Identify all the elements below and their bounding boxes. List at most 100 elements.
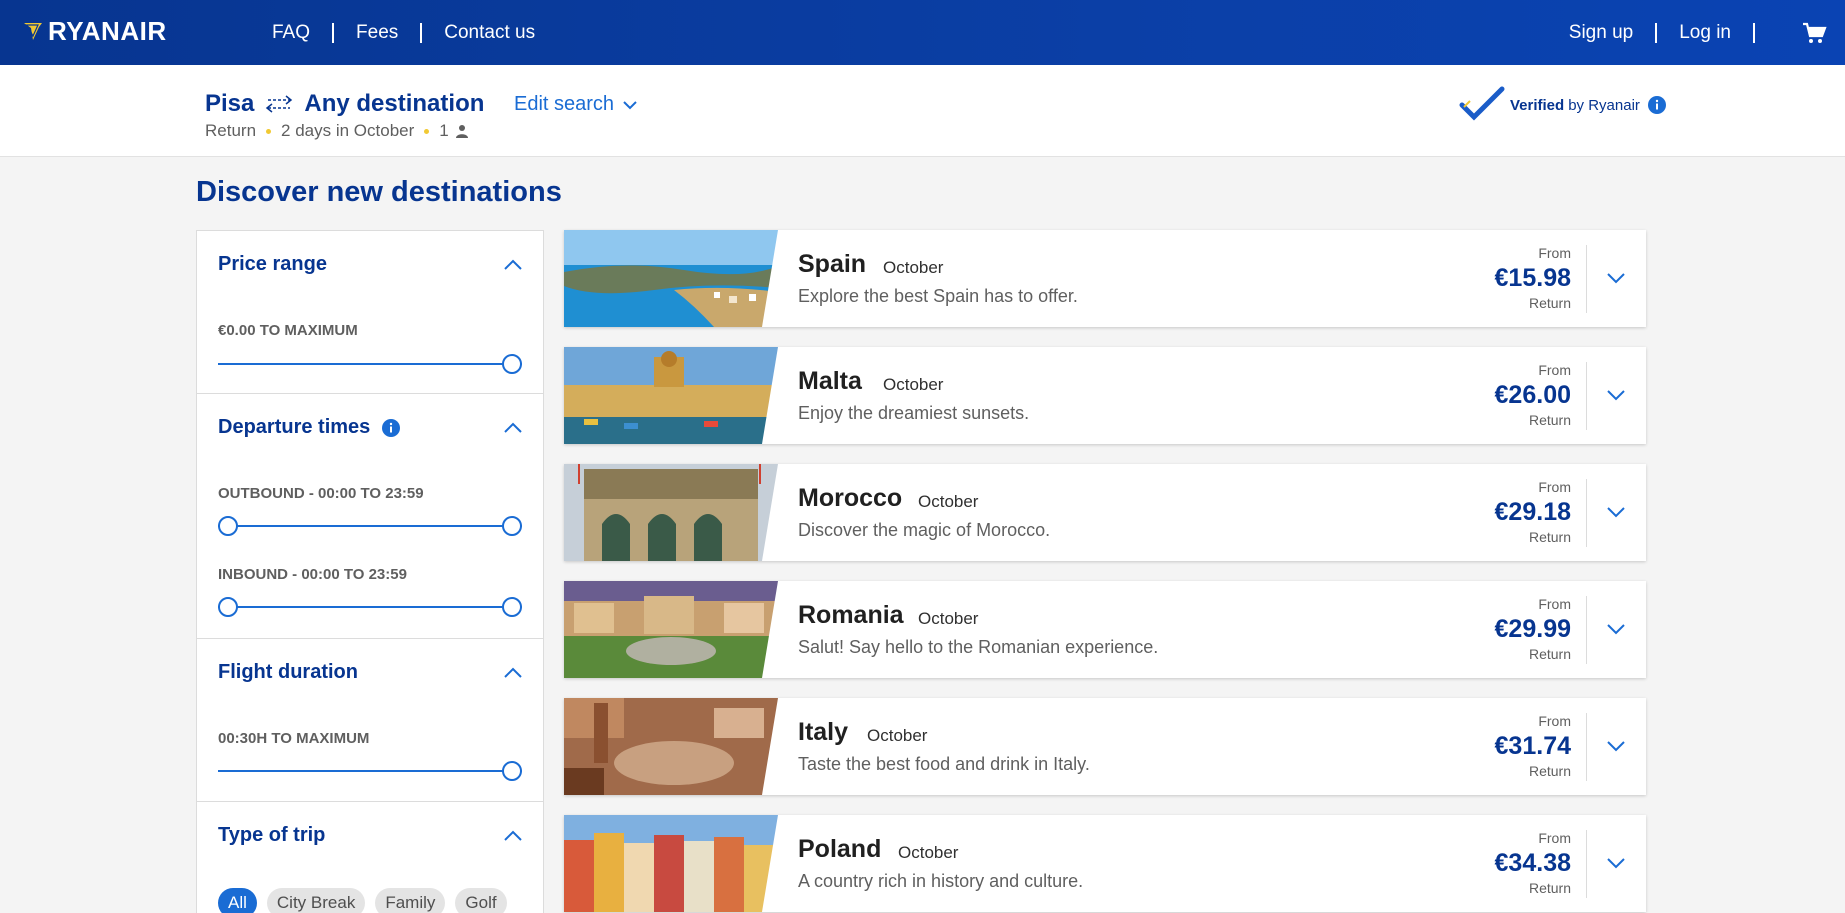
price-range-filter: Price range €0.00 TO MAXIMUM bbox=[197, 231, 543, 394]
photo-edge bbox=[762, 581, 778, 678]
price-from-label: From bbox=[1538, 713, 1571, 729]
chevron-up-icon[interactable] bbox=[503, 422, 523, 434]
outbound-slider[interactable] bbox=[218, 516, 522, 536]
destination-card-malta[interactable]: Malta October Enjoy the dreamiest sunset… bbox=[564, 347, 1646, 444]
page-title: Discover new destinations bbox=[196, 176, 562, 208]
chevron-down-icon[interactable] bbox=[1606, 389, 1626, 401]
passenger-count: 1 bbox=[439, 121, 449, 140]
destination-country: Romania bbox=[798, 601, 904, 629]
chevron-down-icon[interactable] bbox=[1606, 623, 1626, 635]
departure-times-heading[interactable]: Departure times bbox=[218, 416, 401, 439]
price-from-label: From bbox=[1538, 245, 1571, 261]
destination-card-morocco[interactable]: Morocco October Discover the magic of Mo… bbox=[564, 464, 1646, 561]
flight-duration-heading[interactable]: Flight duration bbox=[218, 661, 358, 684]
destination-country: Poland bbox=[798, 835, 882, 863]
destination-month: October bbox=[918, 492, 979, 511]
slider-min-handle[interactable] bbox=[218, 516, 238, 536]
chip-family[interactable]: Family bbox=[375, 888, 446, 913]
destination-card-poland[interactable]: Poland October A country rich in history… bbox=[564, 815, 1646, 912]
chevron-up-icon[interactable] bbox=[503, 667, 523, 679]
duration-slider[interactable] bbox=[218, 761, 522, 781]
sign-up-link[interactable]: Sign up bbox=[1569, 22, 1633, 44]
cart-icon[interactable] bbox=[1801, 20, 1827, 46]
info-icon[interactable] bbox=[1647, 96, 1666, 114]
destination-country: Morocco bbox=[798, 484, 903, 512]
slider-track bbox=[218, 606, 522, 608]
slider-max-handle[interactable] bbox=[502, 516, 522, 536]
top-nav-bar: RYANAIR FAQ Fees Contact us Sign up Log … bbox=[0, 0, 1845, 65]
separator-dot bbox=[424, 128, 430, 134]
edit-search-button[interactable]: Edit search bbox=[514, 93, 638, 116]
chevron-down-icon[interactable] bbox=[1606, 506, 1626, 518]
slider-track bbox=[218, 770, 522, 772]
verified-text: by Ryanair bbox=[1568, 96, 1640, 114]
destination-photo-spain bbox=[564, 230, 778, 327]
destination-airport: Any destination bbox=[304, 90, 485, 117]
nav-divider bbox=[420, 22, 423, 43]
nav-divider bbox=[1655, 22, 1658, 43]
log-in-link[interactable]: Log in bbox=[1679, 22, 1731, 44]
chip-city-break[interactable]: City Break bbox=[266, 888, 366, 913]
destination-price: €29.99 bbox=[1494, 615, 1571, 643]
inbound-slider[interactable] bbox=[218, 597, 522, 617]
price-range-label: €0.00 TO MAXIMUM bbox=[218, 322, 358, 339]
destination-price: €26.00 bbox=[1494, 381, 1571, 409]
destination-country: Malta bbox=[798, 367, 862, 395]
flight-duration-title: Flight duration bbox=[218, 661, 358, 683]
outbound-label: OUTBOUND - 00:00 TO 23:59 bbox=[218, 485, 424, 502]
nav-link-faq[interactable]: FAQ bbox=[272, 22, 310, 44]
destination-price: €29.18 bbox=[1494, 498, 1571, 526]
chevron-down-icon[interactable] bbox=[1606, 857, 1626, 869]
destination-card-spain[interactable]: Spain October Explore the best Spain has… bbox=[564, 230, 1646, 327]
chevron-down-icon[interactable] bbox=[1606, 272, 1626, 284]
card-divider bbox=[1586, 596, 1587, 664]
chip-golf[interactable]: Golf bbox=[455, 888, 507, 913]
type-of-trip-filter: Type of trip All City Break Family Golf bbox=[197, 802, 543, 913]
origin-airport: Pisa bbox=[205, 90, 255, 117]
route-summary[interactable]: Pisa Any destination bbox=[205, 90, 484, 118]
person-icon bbox=[455, 125, 468, 138]
filters-panel: Price range €0.00 TO MAXIMUM Departure t… bbox=[196, 230, 544, 913]
separator-dot bbox=[266, 128, 272, 134]
search-summary-bar: Pisa Any destination Return 2 days in Oc… bbox=[0, 65, 1845, 157]
nav-left: FAQ Fees Contact us bbox=[272, 0, 535, 65]
slider-max-handle[interactable] bbox=[502, 354, 522, 374]
nav-link-contact[interactable]: Contact us bbox=[444, 22, 535, 44]
chevron-down-icon bbox=[623, 100, 637, 109]
price-range-heading[interactable]: Price range bbox=[218, 253, 327, 276]
chevron-down-icon[interactable] bbox=[1606, 740, 1626, 752]
price-slider[interactable] bbox=[218, 354, 522, 374]
type-of-trip-heading[interactable]: Type of trip bbox=[218, 824, 325, 847]
destination-card-romania[interactable]: Romania October Salut! Say hello to the … bbox=[564, 581, 1646, 678]
destination-card-italy[interactable]: Italy October Taste the best food and dr… bbox=[564, 698, 1646, 795]
destination-photo-romania bbox=[564, 581, 778, 678]
slider-max-handle[interactable] bbox=[502, 761, 522, 781]
destination-photo-morocco bbox=[564, 464, 778, 561]
price-return-label: Return bbox=[1528, 412, 1571, 428]
destination-results: Spain October Explore the best Spain has… bbox=[564, 230, 1646, 913]
destination-price: €31.74 bbox=[1494, 732, 1571, 760]
info-icon[interactable] bbox=[382, 418, 401, 437]
photo-edge bbox=[762, 815, 778, 912]
edit-search-label: Edit search bbox=[514, 93, 615, 115]
trip-dates: 2 days in October bbox=[281, 121, 415, 140]
price-return-label: Return bbox=[1528, 529, 1571, 545]
slider-min-handle[interactable] bbox=[218, 597, 238, 617]
slider-max-handle[interactable] bbox=[502, 597, 522, 617]
trip-details: Return 2 days in October 1 bbox=[205, 121, 469, 141]
departure-times-title: Departure times bbox=[218, 416, 371, 438]
chevron-up-icon[interactable] bbox=[503, 830, 523, 842]
price-return-label: Return bbox=[1528, 646, 1571, 662]
card-divider bbox=[1586, 713, 1587, 781]
price-return-label: Return bbox=[1528, 295, 1571, 311]
photo-edge bbox=[762, 230, 778, 327]
destination-month: October bbox=[883, 375, 944, 394]
destination-description: Discover the magic of Morocco. bbox=[798, 520, 1051, 540]
slider-track bbox=[218, 363, 522, 365]
return-arrows-icon bbox=[266, 95, 293, 113]
nav-link-fees[interactable]: Fees bbox=[356, 22, 398, 44]
chevron-up-icon[interactable] bbox=[503, 259, 523, 271]
destination-country: Italy bbox=[798, 718, 849, 746]
ryanair-logo[interactable]: RYANAIR bbox=[22, 16, 167, 46]
chip-all[interactable]: All bbox=[218, 888, 257, 913]
